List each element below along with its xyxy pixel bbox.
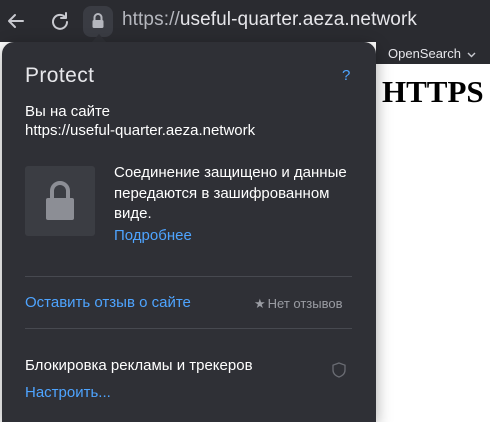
browser-toolbar: https://useful-quarter.aeza.network — [0, 0, 490, 42]
search-engine-label: OpenSearch — [388, 46, 461, 61]
back-button[interactable] — [4, 9, 28, 33]
chevron-down-icon — [467, 52, 476, 58]
help-link[interactable]: ? — [342, 67, 350, 84]
adblock-label: Блокировка рекламы и трекеров — [25, 357, 253, 374]
reviews-text: Нет отзывов — [267, 296, 343, 311]
lock-icon — [92, 13, 104, 28]
site-feedback-link[interactable]: Оставить отзыв о сайте — [25, 294, 191, 311]
secure-lock-tile — [25, 166, 95, 236]
address-bar[interactable]: https://useful-quarter.aeza.network — [122, 9, 417, 31]
popup-title: Protect — [25, 64, 95, 87]
padlock-icon — [46, 181, 74, 220]
url-host: useful-quarter.aeza.network — [179, 9, 417, 30]
url-scheme: https:// — [122, 9, 180, 30]
back-arrow-icon — [8, 14, 24, 28]
protect-popup: Protect ? Вы на сайте https://useful-qua… — [2, 42, 376, 422]
shield-icon[interactable] — [332, 362, 346, 378]
site-label: Вы на сайте — [25, 103, 111, 120]
star-icon: ★ — [254, 296, 266, 311]
reload-button[interactable] — [48, 9, 72, 33]
reload-icon — [52, 12, 68, 30]
divider — [25, 328, 352, 329]
configure-link[interactable]: Настроить... — [25, 384, 111, 401]
divider — [25, 276, 352, 277]
site-url: https://useful-quarter.aeza.network — [25, 122, 256, 139]
page-heading: HTTPS — [382, 74, 484, 109]
reviews-status: ★ Нет отзывов — [254, 296, 343, 312]
connection-status-text: Соединение защищено и данные передаются … — [114, 164, 347, 222]
more-info-link[interactable]: Подробнее — [114, 227, 192, 244]
search-engine-dropdown[interactable]: OpenSearch — [388, 46, 476, 61]
